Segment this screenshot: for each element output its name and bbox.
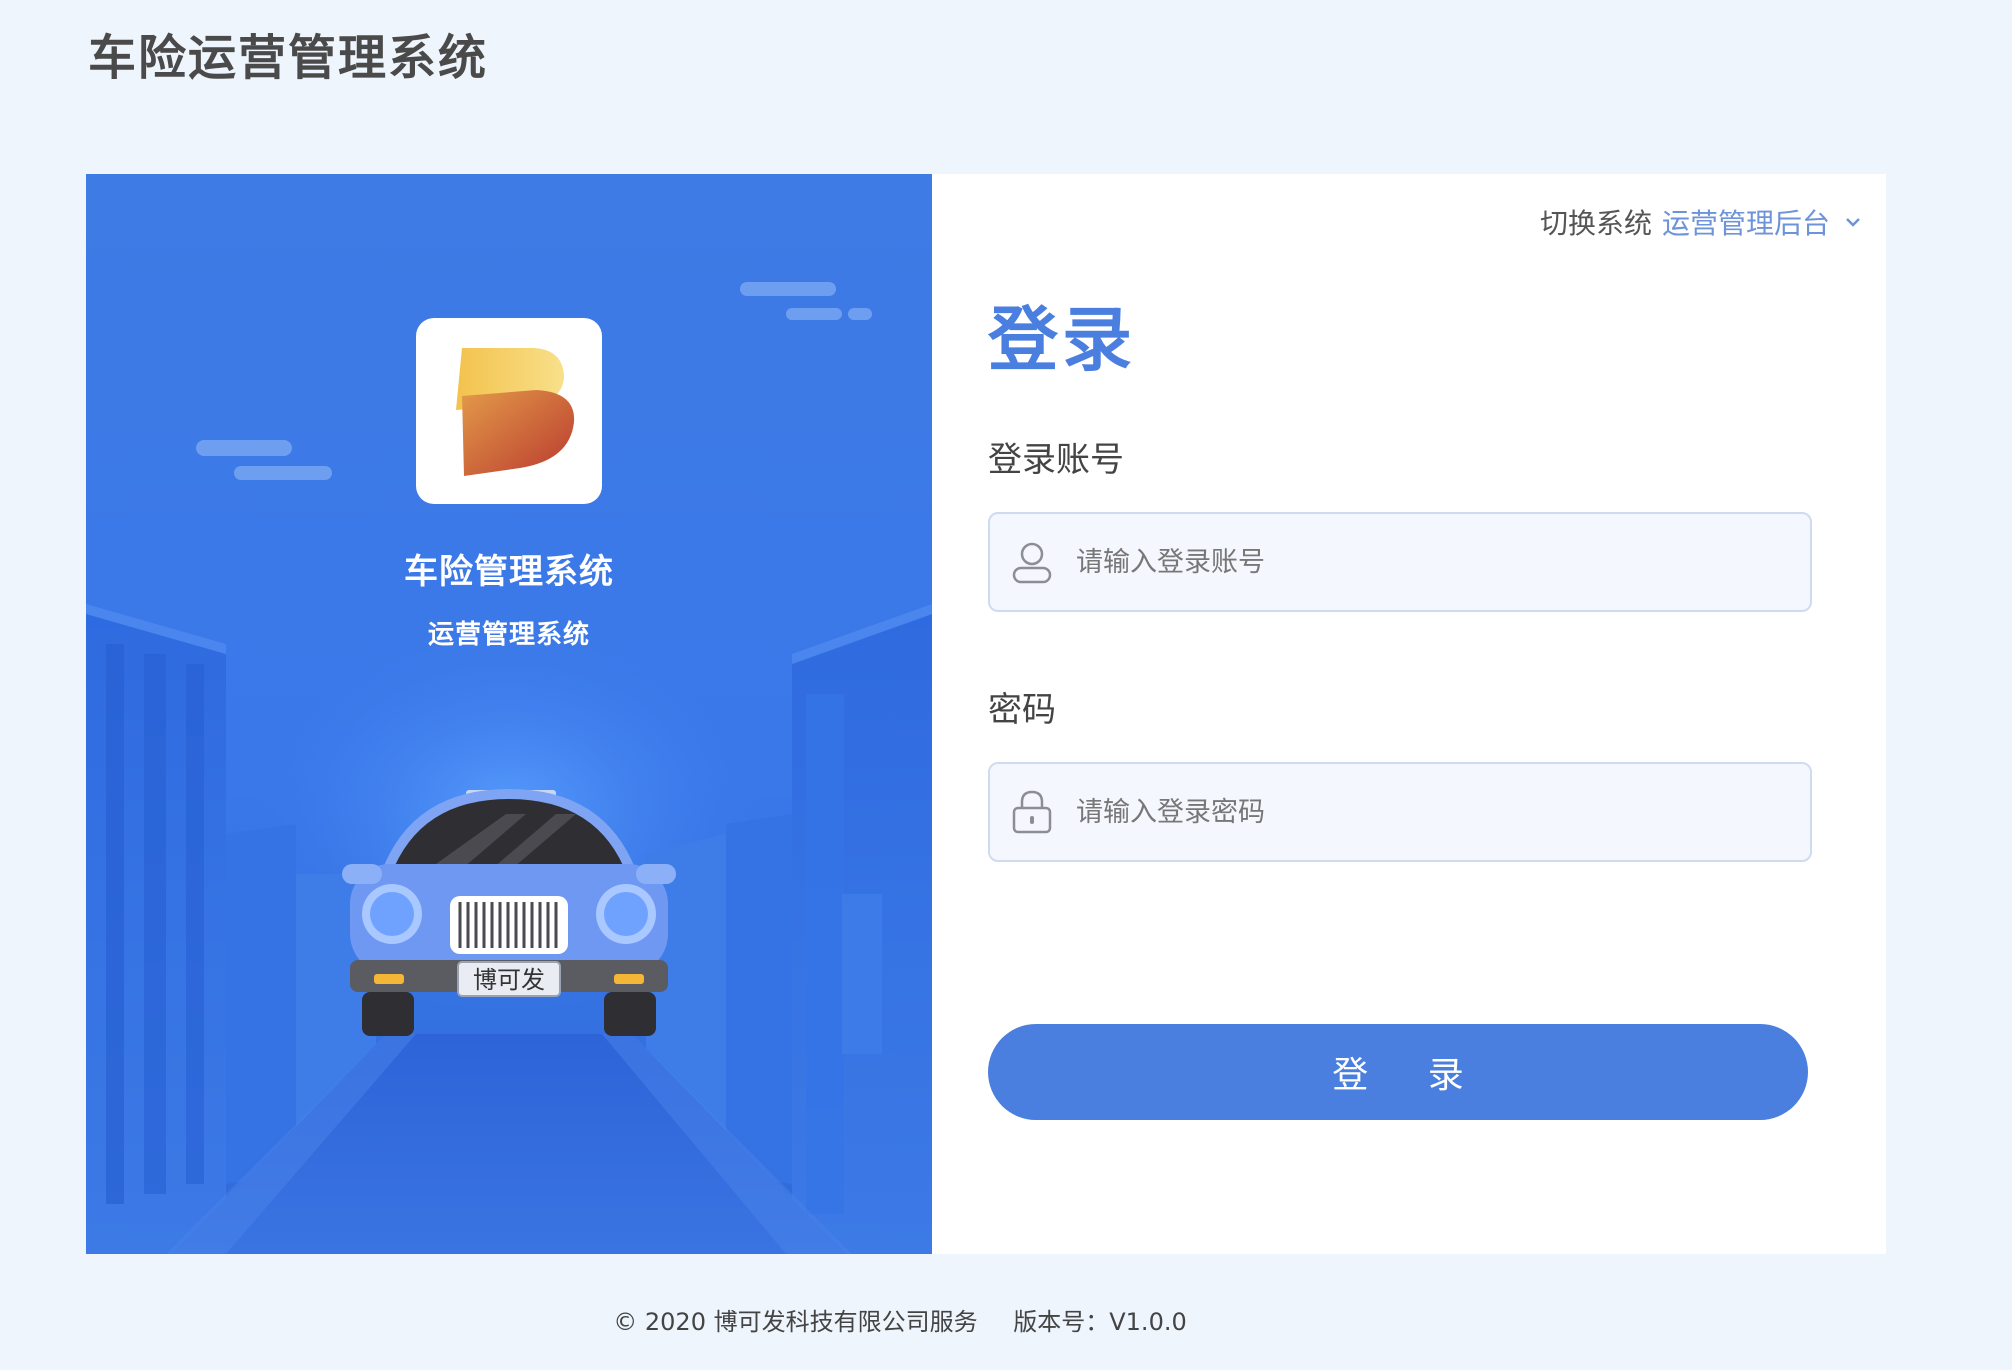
system-switch-label: 切换系统 (1539, 207, 1652, 240)
login-button[interactable]: 登 录 (988, 1024, 1808, 1120)
system-switch-value[interactable]: 运营管理后台 (1662, 202, 1830, 242)
license-plate-text: 博可发 (473, 966, 545, 994)
footer: © 2020 博可发科技有限公司服务 版本号：V1.0.0 (0, 1302, 1800, 1337)
password-input[interactable] (1074, 795, 1810, 829)
login-card: 博可发 车险管理系统 运营管理系统 切换系统 运营管理后台 登录 登录账号 请输… (86, 174, 1886, 1254)
login-form-panel: 切换系统 运营管理后台 登录 登录账号 密码 登 录 (932, 174, 1886, 1254)
hero-title: 车险管理系统 (404, 552, 614, 592)
copyright-text: © 2020 博可发科技有限公司服务 (613, 1308, 978, 1336)
password-field[interactable] (988, 762, 1812, 862)
app-logo (416, 318, 602, 504)
login-title: 登录 (988, 299, 1136, 381)
user-icon (1012, 542, 1052, 584)
cloud-icon (740, 282, 872, 320)
system-switcher[interactable]: 切换系统 运营管理后台 (1540, 202, 1862, 242)
account-field[interactable] (988, 512, 1812, 612)
cloud-icon (196, 440, 332, 480)
page-title: 车险运营管理系统 (88, 30, 489, 86)
lock-icon (1012, 790, 1052, 834)
version-text: 版本号：V1.0.0 (1013, 1308, 1187, 1336)
account-label: 登录账号 (988, 440, 1124, 480)
chevron-down-icon[interactable] (1844, 213, 1862, 231)
hero-illustration-panel: 博可发 车险管理系统 运营管理系统 (86, 174, 932, 1254)
account-input[interactable] (1074, 545, 1810, 579)
password-label: 密码 (988, 690, 1056, 730)
brand-logo-icon (456, 348, 575, 476)
hero-subtitle: 运营管理系统 (427, 620, 590, 650)
